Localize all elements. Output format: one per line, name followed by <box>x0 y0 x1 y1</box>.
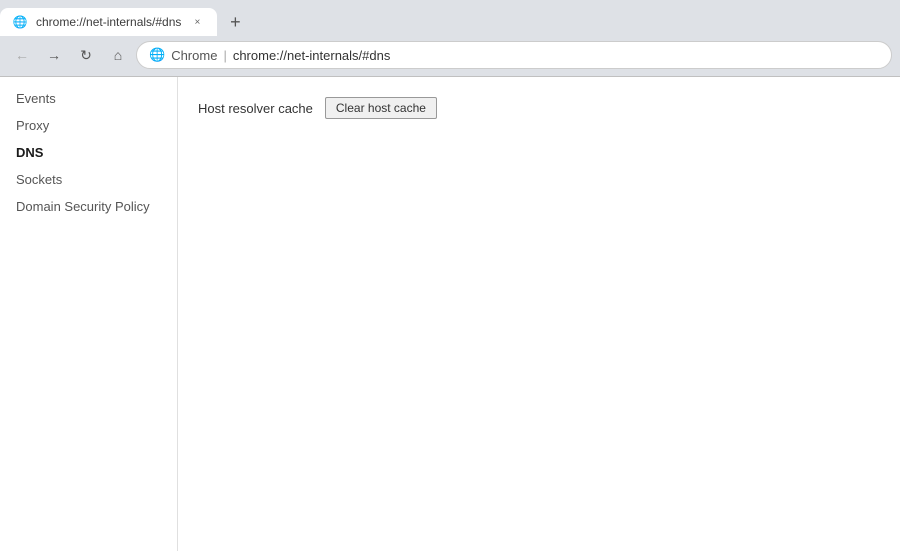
sidebar-item-proxy[interactable]: Proxy <box>0 112 177 139</box>
reload-icon: ↻ <box>80 47 92 64</box>
url-bar[interactable]: 🌐 Chrome | chrome://net-internals/#dns <box>136 41 892 69</box>
forward-icon: → <box>47 47 61 63</box>
sidebar: Events Proxy DNS Sockets Domain Security… <box>0 77 178 551</box>
host-resolver-cache-label: Host resolver cache <box>198 101 313 116</box>
main-content: Host resolver cache Clear host cache <box>178 77 900 551</box>
host-resolver-cache-row: Host resolver cache Clear host cache <box>198 97 880 119</box>
tab-title: chrome://net-internals/#dns <box>36 15 181 29</box>
browser-chrome: 🌐 chrome://net-internals/#dns × + ← → ↻ … <box>0 0 900 76</box>
sidebar-item-sockets[interactable]: Sockets <box>0 166 177 193</box>
url-brand: Chrome <box>171 48 217 63</box>
sidebar-item-domain-security-policy[interactable]: Domain Security Policy <box>0 193 177 220</box>
home-button[interactable]: ⌂ <box>104 41 132 69</box>
tab-favicon-icon: 🌐 <box>12 14 28 30</box>
tab-bar: 🌐 chrome://net-internals/#dns × + <box>0 0 900 36</box>
address-bar: ← → ↻ ⌂ 🌐 Chrome | chrome://net-internal… <box>0 36 900 76</box>
home-icon: ⌂ <box>114 47 122 63</box>
url-separator: | <box>223 48 226 63</box>
sidebar-item-events[interactable]: Events <box>0 85 177 112</box>
back-icon: ← <box>15 47 29 63</box>
sidebar-item-dns[interactable]: DNS <box>0 139 177 166</box>
page-layout: Events Proxy DNS Sockets Domain Security… <box>0 77 900 551</box>
active-tab[interactable]: 🌐 chrome://net-internals/#dns × <box>0 8 217 36</box>
url-text: chrome://net-internals/#dns <box>233 48 391 63</box>
url-scheme-icon: 🌐 <box>149 47 165 63</box>
clear-host-cache-button[interactable]: Clear host cache <box>325 97 437 119</box>
new-tab-button[interactable]: + <box>221 8 249 36</box>
tab-close-button[interactable]: × <box>189 14 205 30</box>
back-button[interactable]: ← <box>8 41 36 69</box>
reload-button[interactable]: ↻ <box>72 41 100 69</box>
forward-button[interactable]: → <box>40 41 68 69</box>
